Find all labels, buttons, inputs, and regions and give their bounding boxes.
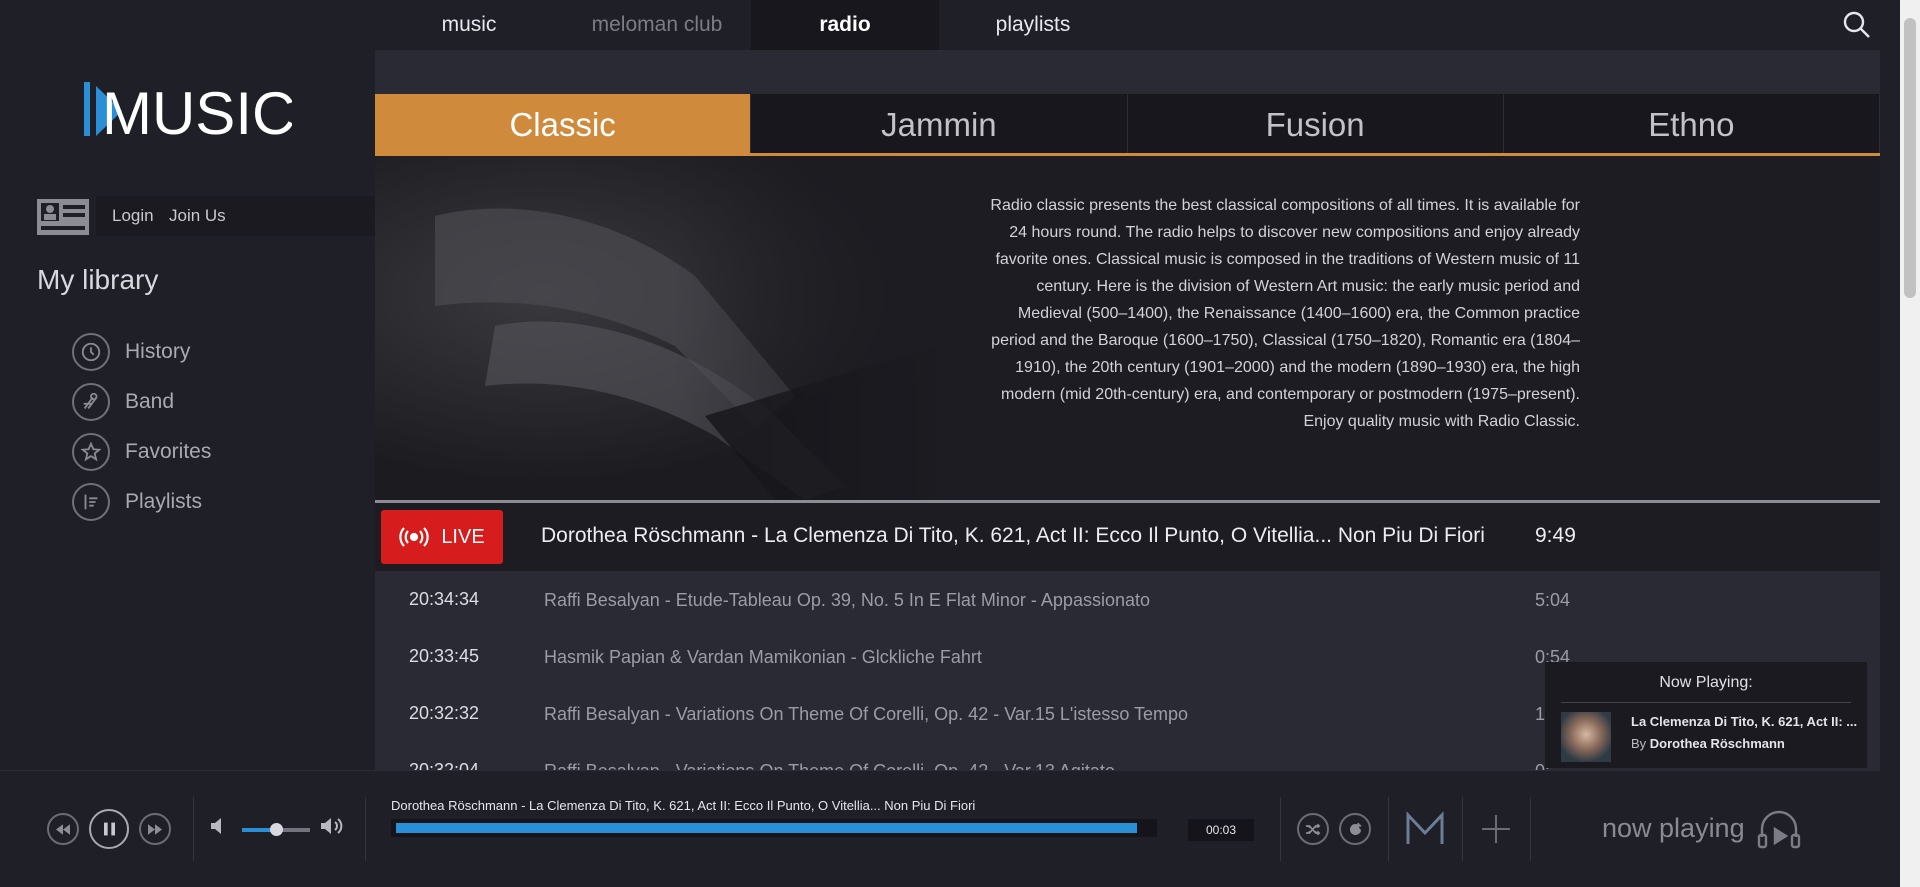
history-icon xyxy=(72,333,110,371)
star-icon xyxy=(72,433,110,471)
player-bar: Dorothea Röschmann - La Clemenza Di Tito… xyxy=(0,770,1880,887)
logo-text: MUSIC xyxy=(102,80,292,140)
sidebar-item-label: Playlists xyxy=(125,490,203,513)
headphones-icon[interactable] xyxy=(1756,807,1802,853)
genre-tab-jammin[interactable]: Jammin xyxy=(751,94,1128,153)
now-playing-title: La Clemenza Di Tito, K. 621, Act II: ... xyxy=(1631,714,1858,729)
repeat-button[interactable] xyxy=(1339,813,1371,845)
sidebar-item-band[interactable]: Band xyxy=(72,382,332,422)
app-logo[interactable]: MUSIC xyxy=(82,78,295,147)
music-logo-icon: MUSIC xyxy=(84,80,295,147)
forward-icon xyxy=(148,823,162,835)
divider xyxy=(365,797,366,861)
join-link[interactable]: Join Us xyxy=(169,206,226,226)
elapsed-time: 00:03 xyxy=(1188,819,1254,841)
pause-button[interactable] xyxy=(89,809,129,849)
track-time: 20:33:45 xyxy=(409,646,480,666)
sidebar-item-label: History xyxy=(125,340,191,363)
sidebar-item-history[interactable]: History xyxy=(72,332,332,372)
divider xyxy=(1388,797,1389,861)
add-icon[interactable] xyxy=(1480,813,1512,845)
now-playing-label[interactable]: now playing xyxy=(1602,813,1745,844)
broadcast-icon xyxy=(399,527,429,547)
user-card-icon xyxy=(36,198,90,236)
genre-tab-ethno[interactable]: Ethno xyxy=(1504,94,1880,153)
hero-fade xyxy=(675,156,975,500)
sidebar-item-favorites[interactable]: Favorites xyxy=(72,432,332,472)
live-track-title: Dorothea Röschmann - La Clemenza Di Tito… xyxy=(541,524,1485,547)
live-track-row[interactable]: LIVE Dorothea Röschmann - La Clemenza Di… xyxy=(375,503,1880,571)
live-button[interactable]: LIVE xyxy=(381,510,503,564)
volume-mute-icon[interactable] xyxy=(211,818,225,839)
track-time: 20:32:32 xyxy=(409,703,480,723)
library-title: My library xyxy=(37,264,159,295)
artist-thumbnail xyxy=(1561,712,1611,762)
tab-radio[interactable]: radio xyxy=(751,0,939,52)
divider xyxy=(1530,797,1531,861)
track-time: 20:32:04 xyxy=(409,760,480,770)
sidebar-item-label: Favorites xyxy=(125,440,212,463)
forward-button[interactable] xyxy=(139,813,171,845)
page-scrollbar[interactable] xyxy=(1900,0,1920,887)
meloman-logo-icon[interactable] xyxy=(1405,811,1445,847)
track-row[interactable]: 20:34:34 Raffi Besalyan - Etude-Tableau … xyxy=(375,571,1880,628)
now-playing-artist: Dorothea Röschmann xyxy=(1649,736,1785,751)
track-title: Raffi Besalyan - Variations On Theme Of … xyxy=(544,704,1189,724)
divider xyxy=(1462,797,1463,861)
genre-tabs: Classic Jammin Fusion Ethno xyxy=(375,94,1880,156)
top-nav: music meloman club radio playlists xyxy=(375,0,1880,52)
genre-tab-classic[interactable]: Classic xyxy=(375,94,752,153)
genre-tab-fusion[interactable]: Fusion xyxy=(1128,94,1504,153)
track-time: 20:34:34 xyxy=(409,589,480,609)
now-playing-header: Now Playing: xyxy=(1561,674,1851,703)
divider xyxy=(193,797,194,861)
tab-playlists[interactable]: playlists xyxy=(939,0,1127,52)
tab-meloman-club[interactable]: meloman club xyxy=(563,0,751,52)
repeat-icon xyxy=(1349,822,1361,835)
scrollbar-thumb[interactable] xyxy=(1904,18,1916,298)
progress-bar[interactable] xyxy=(391,819,1157,837)
genre-description: Radio classic presents the best classica… xyxy=(990,197,1580,430)
shuffle-icon xyxy=(1305,823,1321,835)
rewind-button[interactable] xyxy=(47,813,79,845)
user-row: Login Join Us xyxy=(0,196,375,236)
now-playing-artist-line: By Dorothea Röschmann xyxy=(1631,736,1785,751)
sidebar: MUSIC Login Join Us My library History B… xyxy=(0,0,375,770)
now-playing-by: By xyxy=(1631,736,1647,751)
search-icon[interactable] xyxy=(1842,10,1872,40)
tab-music[interactable]: music xyxy=(375,0,563,52)
playlist-icon xyxy=(72,483,110,521)
track-title: Raffi Besalyan - Variations On Theme Of … xyxy=(544,761,1115,770)
volume-knob[interactable] xyxy=(270,823,283,836)
sidebar-item-label: Band xyxy=(125,390,175,413)
band-icon xyxy=(72,383,110,421)
track-title: Hasmik Papian & Vardan Mamikonian - Glck… xyxy=(544,647,982,667)
live-track-duration: 9:49 xyxy=(1535,524,1576,547)
login-link[interactable]: Login xyxy=(112,206,154,226)
genre-hero: Radio classic presents the best classica… xyxy=(375,156,1880,500)
live-label: LIVE xyxy=(441,525,485,548)
shuffle-button[interactable] xyxy=(1297,813,1329,845)
player-track-title: Dorothea Röschmann - La Clemenza Di Tito… xyxy=(391,798,976,813)
pause-icon xyxy=(103,822,115,836)
progress-fill xyxy=(396,823,1137,833)
rewind-icon xyxy=(56,823,70,835)
sidebar-item-playlists[interactable]: Playlists xyxy=(72,482,332,522)
track-title: Raffi Besalyan - Etude-Tableau Op. 39, N… xyxy=(544,590,1150,610)
now-playing-popup[interactable]: Now Playing: La Clemenza Di Tito, K. 621… xyxy=(1545,662,1867,768)
volume-max-icon[interactable] xyxy=(320,816,346,841)
divider xyxy=(1280,797,1281,861)
track-duration: 5:04 xyxy=(1535,590,1571,610)
